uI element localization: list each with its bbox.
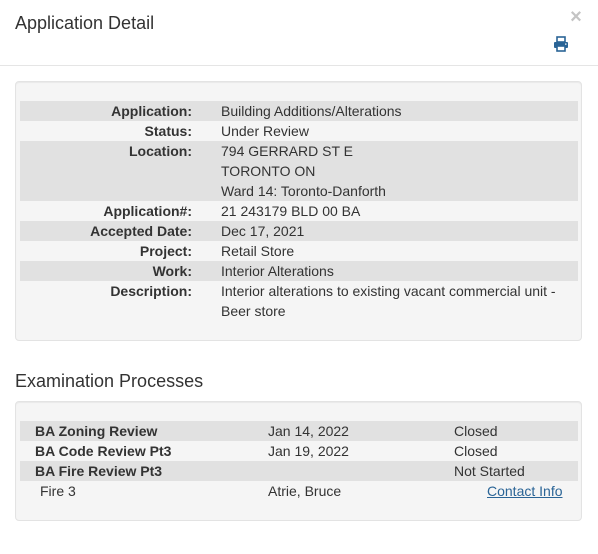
examiner-group: Fire 3 [40,483,76,499]
detail-row-application: Application: Building Additions/Alterati… [20,101,578,121]
detail-value: Dec 17, 2021 [192,221,578,241]
detail-value: Under Review [192,121,578,141]
detail-label: Description: [110,283,192,299]
detail-value-line: 21 243179 BLD 00 BA [221,203,361,219]
modal-header: Application Detail × [0,0,598,66]
printer-icon [554,36,568,52]
detail-value-line: Dec 17, 2021 [221,223,305,239]
process-date: Jan 14, 2022 [268,423,349,439]
detail-row-accepted-date: Accepted Date: Dec 17, 2021 [20,221,578,241]
detail-value-line: Retail Store [221,243,295,259]
detail-value-line: TORONTO ON [221,163,316,179]
detail-row-status: Status: Under Review [20,121,578,141]
detail-label: Application: [111,103,192,119]
detail-row-work: Work: Interior Alterations [20,261,578,281]
detail-value-line: 794 GERRARD ST E [221,143,354,159]
detail-value-line: Interior alterations to existing vacant … [221,283,556,299]
process-row-zoning-review: BA Zoning Review Jan 14, 2022 Closed [20,421,578,441]
detail-value-line: Ward 14: Toronto-Danforth [221,183,386,199]
process-row-fire-review: BA Fire Review Pt3 Not Started [20,461,578,481]
detail-label: Application#: [103,203,192,219]
process-subrow-fire-3: Fire 3 Atrie, Bruce Contact Info [20,481,578,501]
examination-processes-title: Examination Processes [15,371,204,391]
process-name: BA Zoning Review [35,423,158,439]
process-status: Closed [454,443,498,459]
close-icon: × [570,6,582,28]
detail-label: Work: [152,263,192,279]
application-detail-modal: Application Detail × Application: Buildi… [0,0,598,554]
close-button[interactable]: × [566,6,586,28]
modal-title: Application Detail [15,13,155,33]
detail-value-line: Building Additions/Alterations [221,103,402,119]
detail-value: 21 243179 BLD 00 BA [192,201,578,221]
detail-value-line: Under Review [221,123,309,139]
detail-value: Interior alterations to existing vacant … [192,281,578,321]
process-status: Closed [454,423,498,439]
detail-label: Location: [129,143,192,159]
detail-label: Status: [144,123,192,139]
detail-label: Accepted Date: [90,223,192,239]
detail-value: Building Additions/Alterations [192,101,578,121]
process-date: Jan 19, 2022 [268,443,349,459]
detail-row-application-number: Application#: 21 243179 BLD 00 BA [20,201,578,221]
process-row-code-review: BA Code Review Pt3 Jan 19, 2022 Closed [20,441,578,461]
print-button[interactable] [553,36,569,52]
detail-row-location: Location: 794 GERRARD ST E TORONTO ON Wa… [20,141,578,201]
detail-row-description: Description: Interior alterations to exi… [20,281,578,321]
detail-row-project: Project: Retail Store [20,241,578,261]
process-name: BA Fire Review Pt3 [35,463,163,479]
detail-value: Retail Store [192,241,578,261]
detail-value: 794 GERRARD ST E TORONTO ON Ward 14: Tor… [192,141,578,201]
examiner-name: Atrie, Bruce [268,483,342,499]
contact-info-link[interactable]: Contact Info [487,481,563,501]
process-status: Not Started [454,463,525,479]
detail-value-line: Beer store [221,303,286,319]
detail-value: Interior Alterations [192,261,578,281]
application-details-panel: Application: Building Additions/Alterati… [15,81,582,341]
process-name: BA Code Review Pt3 [35,443,172,459]
detail-value-line: Interior Alterations [221,263,334,279]
detail-label: Project: [139,243,192,259]
examination-processes-panel: BA Zoning Review Jan 14, 2022 Closed BA … [15,401,582,521]
